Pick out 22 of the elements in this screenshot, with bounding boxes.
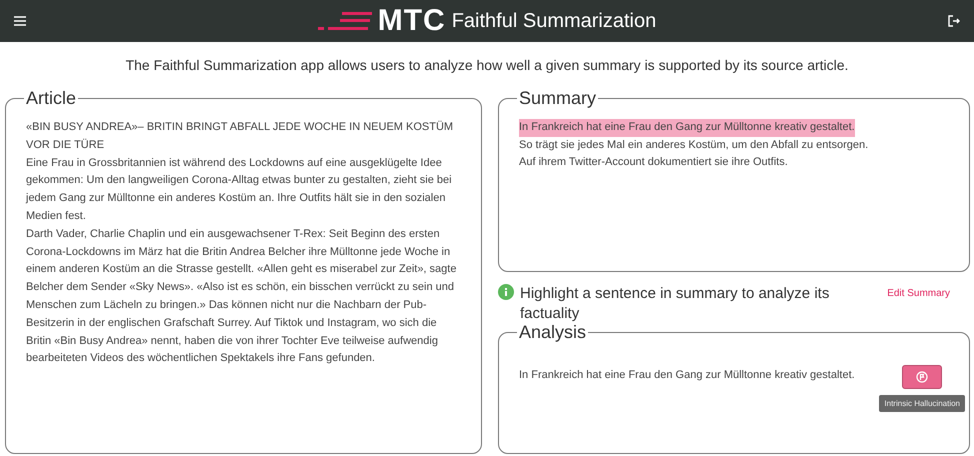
edit-summary-link[interactable]: Edit Summary: [887, 288, 950, 299]
summary-sentence[interactable]: Auf ihrem Twitter-Account dokumentiert sie ihre Outfits.: [519, 154, 788, 172]
tooltip: Intrinsic Hallucination: [879, 395, 965, 412]
panel-title: Analysis: [518, 322, 588, 343]
panel-title: Article: [25, 88, 78, 109]
logo-stripes-icon: [318, 11, 372, 31]
article-paragraph: Darth Vader, Charlie Chaplin und ein ausgewachsener T-Rex: Seit Beginn des ersten Corona-Lockdowns im März hat die Britin Andrea Belcher ihre Mülltonne jede Woche in einem anderen Kostüm an die Strasse gestellt. «Allen geht es miserabel zur Zeit», sagte Belcher dem Sender «Sky News». «Also ist es schön, ein bisschen verrückt zu sein und Menschen zum Lächeln zu bringen.» Das können nicht nur die Nachbarn der Pub-Besitzerin in der englischen Grafschaft Surrey. Auf Tiktok und Instagram, wo sich die Britin «Bin Busy Andrea» nennt, haben die von ihrer Tochter Eve teilweise aufwendig bearbeiteten Videos des wöchentlichen Spektakels ihre Fans gefunden.: [26, 226, 458, 366]
article-paragraph: «BIN BUSY ANDREA»– BRITIN BRINGT ABFALL JEDE WOCHE IN NEUEM KOSTÜM VOR DIE TÜRE: [26, 120, 454, 153]
analysis-sentence: In Frankreich hat eine Frau den Gang zur Mülltonne kreativ gestaltet.: [519, 368, 855, 381]
hint-text: Highlight a sentence in summary to analyze its factuality: [520, 284, 830, 324]
flag-circle-icon: [916, 371, 928, 383]
article-paragraph: Eine Frau in Grossbritannien ist während des Lockdowns auf eine ausgeklügelte Idee gekommen: Um den langweiligen Corona-Alltag etwas bunter zu gestalten, zieht sie bei jedem Gang zur Mülltonne ein anderes Kostüm an. Ihre Outfits hält sie in den sozialen Medien fest.: [26, 156, 453, 224]
panel-title: Summary: [518, 88, 598, 109]
logo: MTC: [378, 4, 446, 38]
info-icon: [498, 284, 514, 300]
summary-sentence[interactable]: So trägt sie jedes Mal ein anderes Kostüm, um den Abfall zu entsorgen.: [519, 136, 868, 154]
logout-icon[interactable]: [948, 15, 960, 27]
hallucination-button[interactable]: [902, 365, 942, 389]
app-title: Faithful Summarization: [452, 10, 656, 32]
menu-icon[interactable]: [14, 16, 26, 26]
intro-text: The Faithful Summarization app allows users to analyze how well a given summary is supported by its source article.: [124, 56, 850, 75]
summary-sentence[interactable]: In Frankreich hat eine Frau den Gang zur Mülltonne kreativ gestaltet.: [519, 119, 855, 136]
